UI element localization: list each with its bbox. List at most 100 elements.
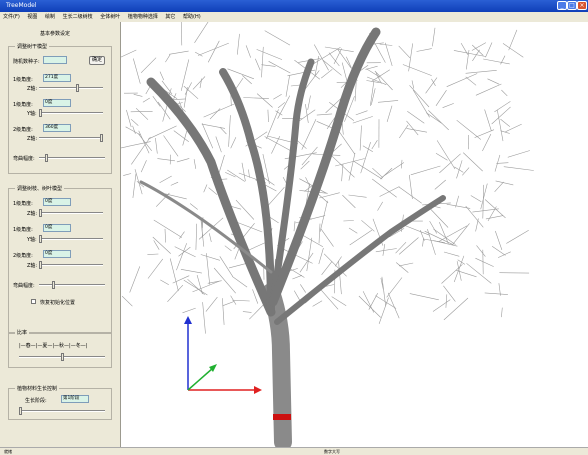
twig xyxy=(439,154,460,173)
angle-slider-1[interactable] xyxy=(39,85,103,91)
twig xyxy=(438,226,467,242)
twig xyxy=(383,163,404,177)
slider-thumb[interactable] xyxy=(76,84,79,92)
twig xyxy=(157,159,175,161)
tree-viewport[interactable] xyxy=(121,22,588,447)
twig xyxy=(492,246,505,255)
twig xyxy=(353,116,373,123)
twig xyxy=(366,69,380,77)
twig xyxy=(376,296,397,309)
twig xyxy=(269,61,291,73)
twig xyxy=(411,166,441,175)
close-button[interactable]: × xyxy=(577,1,587,10)
angle-slider-3[interactable] xyxy=(39,135,103,141)
twig xyxy=(503,43,523,57)
twig xyxy=(339,131,355,154)
branch-slider-1[interactable] xyxy=(39,210,103,216)
twig xyxy=(372,140,378,149)
menu-all-leaves[interactable]: 全体树叶 xyxy=(97,12,123,22)
twig xyxy=(126,127,141,135)
branch-angle-field-1[interactable]: 0度 xyxy=(43,198,71,206)
twig xyxy=(349,228,357,233)
z-axis-line xyxy=(188,368,213,390)
season-group-label: 比率 xyxy=(15,329,29,336)
window-title: TreeModel xyxy=(6,2,37,9)
twig xyxy=(322,261,333,275)
twig xyxy=(407,121,419,135)
twig xyxy=(268,110,269,122)
maximize-button[interactable]: □ xyxy=(567,1,577,10)
slider-thumb[interactable] xyxy=(39,109,42,117)
slider-thumb[interactable] xyxy=(39,209,42,217)
angle-label-1: 1级角度: xyxy=(13,76,33,83)
twig xyxy=(432,28,435,47)
twig xyxy=(447,204,471,208)
menu-grow-branches[interactable]: 生长二级树枝 xyxy=(60,12,96,22)
branch-angle-field-2[interactable]: 0度 xyxy=(43,224,71,232)
twig xyxy=(495,182,504,192)
trunk-group-label: 调整树干模型 xyxy=(15,43,49,50)
menu-other[interactable]: 其它 xyxy=(162,12,178,22)
twig xyxy=(273,94,281,99)
trunk-group: 调整树干模型 随机数种子: 确定 1级角度: 271度 Z轴: 1级角度: 0度… xyxy=(8,46,112,174)
slider-thumb[interactable] xyxy=(100,134,103,142)
twig xyxy=(385,43,392,66)
blend-slider[interactable] xyxy=(39,155,105,161)
angle-field-3[interactable]: 360度 xyxy=(43,124,71,132)
branch-angle-label-1: 1级角度: xyxy=(13,200,33,207)
twig xyxy=(190,204,198,210)
twig xyxy=(337,49,351,68)
twig xyxy=(486,43,493,58)
slider-thumb[interactable] xyxy=(52,281,55,289)
slider-thumb[interactable] xyxy=(39,235,42,243)
menu-file[interactable]: 文件(F) xyxy=(0,12,23,22)
twig xyxy=(133,59,140,84)
seed-input[interactable] xyxy=(43,56,67,64)
axis-label-2: Y轴: xyxy=(27,110,37,117)
angle-field-2[interactable]: 0度 xyxy=(43,99,71,107)
twig xyxy=(223,301,235,305)
slider-thumb[interactable] xyxy=(61,353,64,361)
twig xyxy=(131,137,150,164)
branch-blend-slider[interactable] xyxy=(39,282,105,288)
branch-axis-label-2: Y轴: xyxy=(27,236,37,243)
slider-thumb[interactable] xyxy=(45,154,48,162)
twig xyxy=(130,266,140,292)
growth-group: 植物材料生长控制 生长阶段: 第1阶段 xyxy=(8,388,112,420)
slider-thumb[interactable] xyxy=(39,261,42,269)
twig xyxy=(339,261,342,294)
twig xyxy=(476,218,479,231)
menu-species[interactable]: 植物物种选择 xyxy=(125,12,161,22)
menu-draw[interactable]: 绘制 xyxy=(42,12,58,22)
twig xyxy=(437,140,455,169)
growth-slider[interactable] xyxy=(19,408,105,414)
branch-angle-label-3: 2级角度: xyxy=(13,252,33,259)
season-slider[interactable] xyxy=(19,354,105,360)
twig xyxy=(222,298,224,325)
twig xyxy=(257,49,282,59)
minimize-button[interactable]: _ xyxy=(557,1,567,10)
reset-position-checkbox[interactable] xyxy=(31,299,36,304)
branch-angle-field-3[interactable]: 0度 xyxy=(43,250,71,258)
twig xyxy=(378,100,398,102)
twig xyxy=(359,296,381,318)
twig xyxy=(209,233,211,242)
menu-help[interactable]: 帮助(H) xyxy=(180,12,204,22)
twig xyxy=(154,220,182,238)
menu-view[interactable]: 视图 xyxy=(24,12,40,22)
twig xyxy=(319,193,340,198)
twig xyxy=(170,259,178,292)
twig xyxy=(185,82,192,94)
twig xyxy=(261,65,275,67)
slider-thumb[interactable] xyxy=(19,407,22,415)
twig xyxy=(181,269,202,273)
branch-slider-2[interactable] xyxy=(39,236,103,242)
growth-field[interactable]: 第1阶段 xyxy=(61,395,89,403)
panel-title: 基本参数设定 xyxy=(40,30,70,37)
angle-slider-2[interactable] xyxy=(39,110,103,116)
twig xyxy=(496,163,508,164)
branch-slider-3[interactable] xyxy=(39,262,103,268)
twig xyxy=(443,103,454,107)
angle-field-1[interactable]: 271度 xyxy=(43,74,71,82)
apply-button[interactable]: 确定 xyxy=(89,56,105,65)
